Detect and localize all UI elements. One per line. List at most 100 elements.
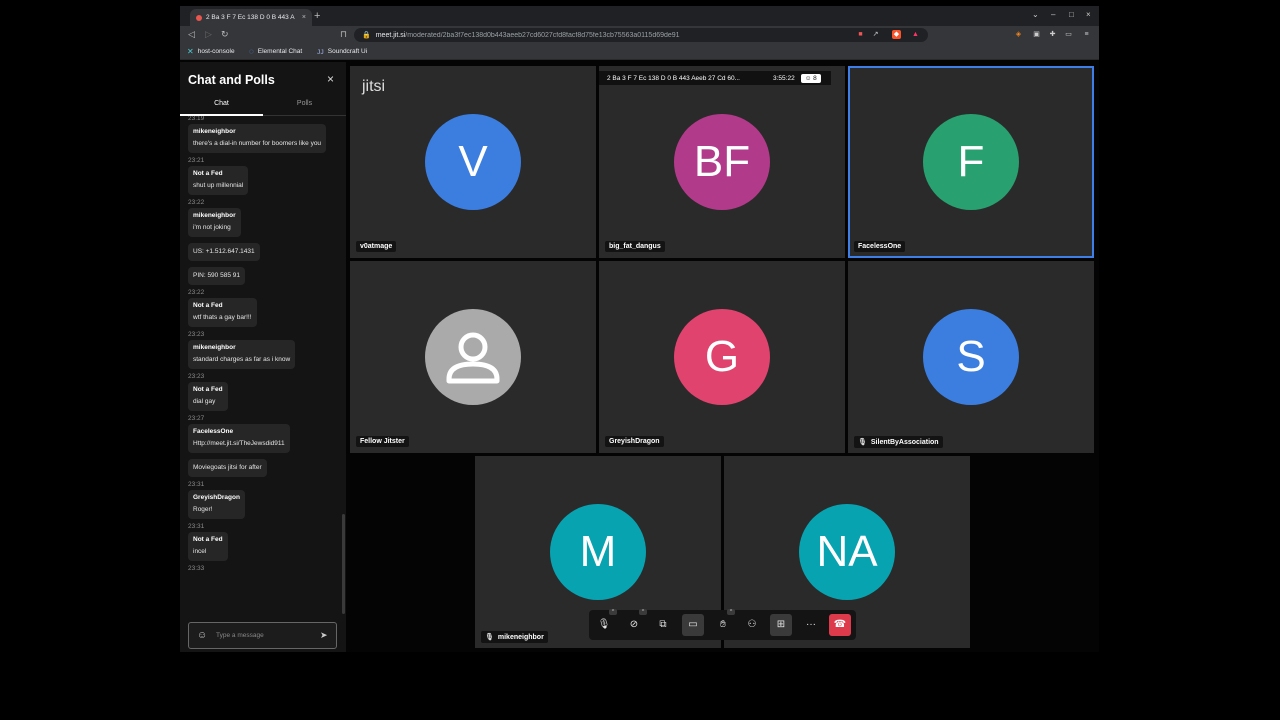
elemental-chat-icon: ◌ <box>249 47 254 56</box>
message-bubble[interactable]: mikeneighbor standard charges as far as i… <box>188 340 296 369</box>
message-bubble[interactable]: FacelessOne Http://meet.jit.si/TheJewsdid… <box>188 424 290 453</box>
wallet-icon[interactable]: ▭ <box>1064 30 1073 39</box>
participant-count-badge[interactable]: ☺ 8 <box>800 73 821 83</box>
metamask-icon[interactable]: ◈ <box>1014 30 1023 39</box>
hand-icon: ✋︎ <box>720 619 726 630</box>
minimize-icon[interactable]: – <box>1051 10 1055 19</box>
message-row: PIN: 590 585 91 <box>180 264 346 288</box>
message-timestamp: 23:23 <box>188 373 205 380</box>
message-text: i'm not joking <box>193 224 231 231</box>
chat-close-icon[interactable]: × <box>327 72 334 86</box>
extension-icon[interactable]: ▣ <box>1032 30 1041 39</box>
participant-tile[interactable]: Fellow Jitster <box>350 261 596 453</box>
message-row: Not a Fed dial gay <box>180 382 346 414</box>
message-bubble[interactable]: Not a Fed dial gay <box>188 382 228 411</box>
camera-blocked-icon[interactable]: ■ <box>856 30 865 39</box>
mic-options-caret[interactable]: ^ <box>609 609 617 615</box>
message-timestamp: 23:31 <box>188 523 205 530</box>
message-text: shut up millennial <box>193 182 244 189</box>
more-icon: ··· <box>806 619 816 630</box>
tab-polls[interactable]: Polls <box>263 100 346 107</box>
window-close-icon[interactable]: × <box>1086 10 1091 19</box>
emoji-icon[interactable]: ☺ <box>197 630 209 641</box>
message-bubble[interactable]: mikeneighbor i'm not joking <box>188 208 241 237</box>
name-text: big_fat_dangus <box>609 243 661 250</box>
avatar <box>425 309 521 405</box>
message-text: there's a dial-in number for boomers lik… <box>193 140 322 147</box>
tile-view-button[interactable]: ⊞ <box>770 614 792 636</box>
tab-chat[interactable]: Chat <box>180 100 263 107</box>
url-path: /moderated/2ba3f7ec138d0b443aeeb27cd6027… <box>405 31 680 39</box>
message-bubble[interactable]: mikeneighbor there's a dial-in number for… <box>188 124 327 153</box>
tab-search-icon[interactable]: ⌄ <box>1032 10 1039 19</box>
message-bubble[interactable]: Not a Fed incel <box>188 532 228 561</box>
bookmark-label: host-console <box>197 48 235 55</box>
camera-button[interactable]: ⊘ <box>623 614 645 636</box>
brave-shield-icon[interactable]: ◆ <box>892 30 901 39</box>
back-icon[interactable]: ◁ <box>188 29 195 40</box>
participants-button[interactable]: ⚇ <box>741 614 763 636</box>
message-list[interactable]: 23:19 mikeneighbor there's a dial-in numbe… <box>180 116 346 614</box>
tab-close-icon[interactable]: × <box>302 14 306 21</box>
message-bubble[interactable]: Moviegoats jitsi for after <box>188 459 267 477</box>
participant-tile-dominant[interactable]: F FacelessOne <box>848 66 1094 258</box>
participant-tile[interactable]: S 🎙︎ SilentByAssociation <box>848 261 1094 453</box>
browser-tab[interactable]: 2 Ba 3 F 7 Ec 138 D 0 B 443 A × <box>190 9 312 26</box>
message-input[interactable] <box>216 632 316 639</box>
bookmarks-bar: ✕ host-console ◌ Elemental Chat ᴊᴊ Sound… <box>180 44 1099 60</box>
message-sender: FacelessOne <box>193 428 234 435</box>
message-bubble[interactable]: GreyishDragon Roger! <box>188 490 245 519</box>
microphone-button[interactable]: 🎙︎ <box>593 614 615 636</box>
brave-rewards-icon[interactable]: ▲ <box>911 30 920 39</box>
message-sender: mikeneighbor <box>193 212 236 219</box>
participant-name: 🎙︎ SilentByAssociation <box>854 436 943 448</box>
message-text: standard charges as far as i know <box>193 356 291 363</box>
maximize-icon[interactable]: □ <box>1069 10 1074 19</box>
share-icon[interactable]: ↗ <box>871 30 880 39</box>
message-row: Not a Fed wtf thats a gay bar!!! <box>180 298 346 330</box>
message-row: Not a Fed incel <box>180 532 346 564</box>
message-timestamp: 23:27 <box>188 415 205 422</box>
message-bubble[interactable]: PIN: 590 585 91 <box>188 267 245 285</box>
chat-button[interactable]: ▭ <box>682 614 704 636</box>
reload-icon[interactable]: ↻ <box>221 29 229 40</box>
participant-tile[interactable]: jitsi V v0atmage <box>350 66 596 258</box>
bookmark-host-console[interactable]: ✕ host-console <box>187 47 235 56</box>
name-text: FacelessOne <box>858 243 902 250</box>
message-text: incel <box>193 548 207 555</box>
send-icon[interactable]: ➤ <box>320 630 328 641</box>
participants-icon: ⚇ <box>747 619 757 630</box>
chat-scrollbar[interactable] <box>342 514 345 614</box>
screen-share-button[interactable]: ⧉ <box>652 614 674 636</box>
bookmark-icon[interactable]: ⊓ <box>340 29 347 40</box>
address-bar[interactable]: 🔒 meet.jit.si /moderated/2ba3f7ec138d0b4… <box>354 28 928 42</box>
message-bubble[interactable]: Not a Fed shut up millennial <box>188 166 249 195</box>
message-timestamp: 23:33 <box>188 565 205 572</box>
leave-call-button[interactable]: ☎︎ <box>829 614 851 636</box>
browser-window: 2 Ba 3 F 7 Ec 138 D 0 B 443 A × + ⌄ – □ … <box>180 6 1099 652</box>
chat-tabs: Chat Polls <box>180 98 346 116</box>
jitsi-logo[interactable]: jitsi <box>362 78 385 96</box>
puzzle-icon[interactable]: ✚ <box>1048 30 1057 39</box>
reactions-caret[interactable]: ^ <box>727 609 735 615</box>
new-tab-icon[interactable]: + <box>314 10 320 22</box>
avatar: M <box>550 504 646 600</box>
participant-name: 🎙︎ mikeneighbor <box>481 631 548 643</box>
message-bubble[interactable]: US: +1.512.647.1431 <box>188 243 260 261</box>
participant-name: v0atmage <box>356 241 397 252</box>
participant-tile[interactable]: BF big_fat_dangus <box>599 66 845 258</box>
participant-name: GreyishDragon <box>605 436 664 447</box>
menu-icon[interactable]: ≡ <box>1082 30 1091 39</box>
message-bubble[interactable]: Not a Fed wtf thats a gay bar!!! <box>188 298 257 327</box>
camera-options-caret[interactable]: ^ <box>639 609 647 615</box>
forward-icon[interactable]: ▷ <box>205 29 212 40</box>
hangup-icon: ☎︎ <box>833 619 847 630</box>
message-sender: Not a Fed <box>193 386 223 393</box>
bookmark-elemental-chat[interactable]: ◌ Elemental Chat <box>249 47 302 56</box>
participant-tile[interactable]: G GreyishDragon <box>599 261 845 453</box>
raise-hand-button[interactable]: ✋︎ <box>712 614 734 636</box>
more-actions-button[interactable]: ··· <box>800 614 822 636</box>
user-icon <box>446 332 500 384</box>
name-text: GreyishDragon <box>609 438 660 445</box>
bookmark-soundcraft[interactable]: ᴊᴊ Soundcraft Ui <box>317 47 367 56</box>
